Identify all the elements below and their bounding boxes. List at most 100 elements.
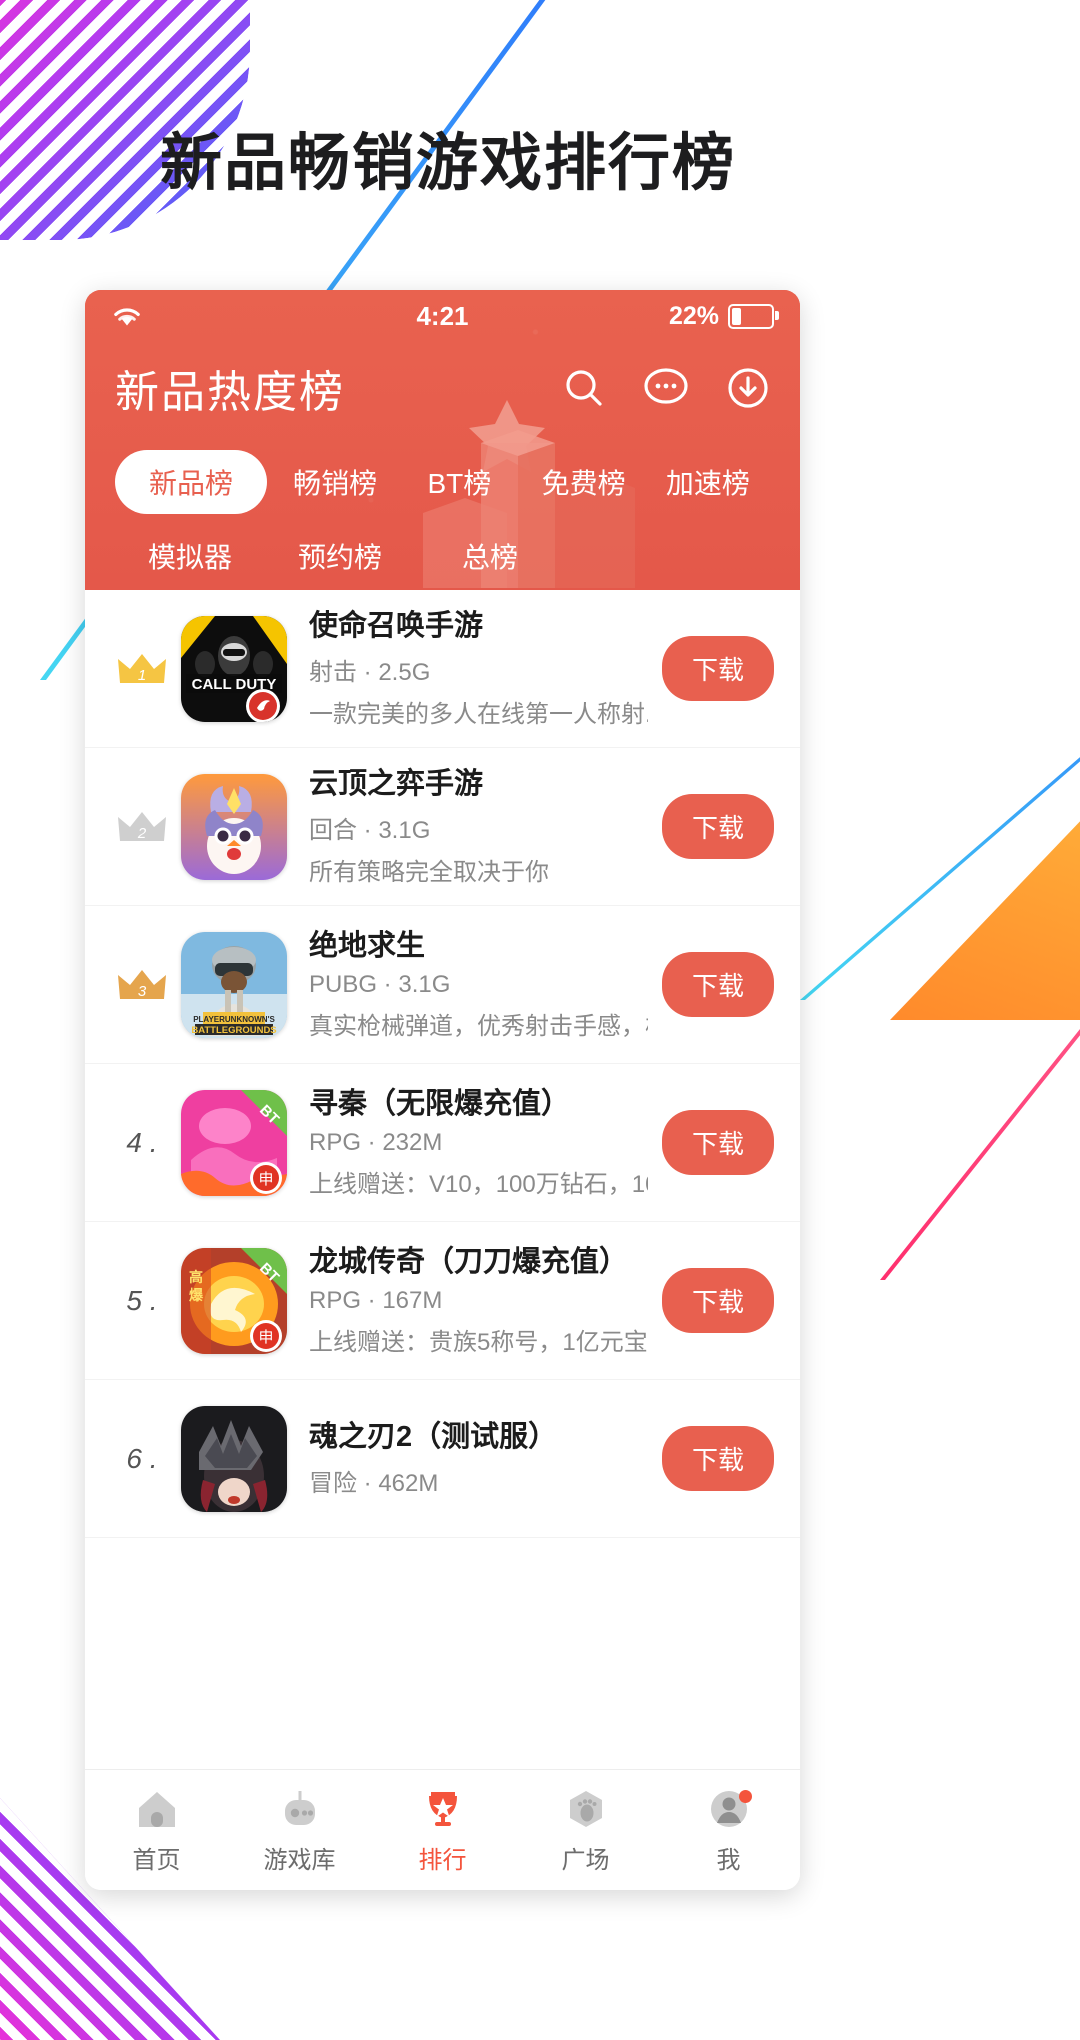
app-header: 4:21 22% 新品热度榜 新品榜 畅销榜 BT榜 免费榜 加速榜 模拟器 预… [85, 290, 800, 590]
game-icon-teamfight-tactics[interactable] [181, 773, 287, 880]
phone-screenshot-card: 4:21 22% 新品热度榜 新品榜 畅销榜 BT榜 免费榜 加速榜 模拟器 预… [85, 290, 800, 1890]
ranking-tabs-row-1: 新品榜 畅销榜 BT榜 免费榜 加速榜 [85, 420, 800, 514]
game-description: 一款完美的多人在线第一人称射... [309, 700, 648, 728]
header-action-icons [558, 362, 774, 414]
download-button[interactable]: 下载 [661, 794, 774, 859]
game-meta: 寻秦（无限爆充值） RPG · 232M 上线赠送：V10，100万钻石，100… [309, 1086, 662, 1199]
trophy-icon [420, 1786, 466, 1832]
game-description: 上线赠送：V10，100万钻石，1000... [309, 1171, 648, 1199]
table-row[interactable]: 6 . 魂之刃2（测试服） 冒险 · 462M 下载 [85, 1380, 800, 1538]
nav-label: 游戏库 [263, 1846, 336, 1874]
battery-icon [728, 303, 779, 329]
table-row[interactable]: 4 . BT 申 寻秦（无限爆充值） RPG · 232M 上线赠送：V10，1… [85, 1064, 800, 1222]
table-row[interactable]: 1 CALL DUTY 使命召唤手游 射击 · 2.5G 一款完美的多人在线第一… [85, 590, 800, 748]
game-meta: 魂之刃2（测试服） 冒险 · 462M [309, 1419, 662, 1497]
download-button[interactable]: 下载 [661, 1268, 774, 1333]
game-description: 真实枪械弹道，优秀射击手感，极... [309, 1013, 648, 1041]
decor-wedge-orange [890, 790, 1080, 1020]
game-icon-longcheng[interactable]: 高 爆 BT 申 [181, 1247, 287, 1354]
rank-number: 5 . [126, 1284, 158, 1316]
game-icon-call-of-duty[interactable]: CALL DUTY [181, 615, 287, 722]
game-icon-xunqin[interactable]: BT 申 [181, 1089, 287, 1196]
game-meta: 绝地求生 PUBG · 3.1G 真实枪械弹道，优秀射击手感，极... [309, 928, 662, 1041]
header-title-row: 新品热度榜 [85, 342, 800, 420]
tab-yuyuebang[interactable]: 预约榜 [265, 536, 415, 576]
gamepad-icon [277, 1786, 323, 1832]
page-title: 新品畅销游戏排行榜 [160, 129, 737, 198]
nav-item-plaza[interactable]: 广场 [514, 1786, 657, 1875]
bottom-navigation: 首页 游戏库 排行 广场 我 [85, 1769, 800, 1890]
svg-text:1: 1 [138, 667, 146, 684]
download-button[interactable]: 下载 [661, 1110, 774, 1175]
rank-number: 6 . [126, 1442, 158, 1474]
download-circle-icon[interactable] [722, 362, 774, 414]
crown-silver-icon: 2 [118, 811, 166, 842]
home-icon [134, 1786, 180, 1832]
svg-text:BATTLEGROUNDS: BATTLEGROUNDS [191, 1025, 276, 1036]
table-row[interactable]: 3 PLAYERUNKNOWN'S BATTLEGROUNDS 绝地求生 PUB… [85, 906, 800, 1064]
nav-label: 广场 [561, 1846, 610, 1874]
game-subinfo: 射击 · 2.5G [309, 658, 431, 686]
svg-text:申: 申 [258, 1329, 273, 1346]
table-row[interactable]: 5 . 高 爆 BT 申 龙城传奇（刀刀爆充值） RPG · 167M 上线赠送… [85, 1222, 800, 1380]
game-subinfo: 回合 · 3.1G [309, 816, 431, 844]
nav-item-ranking[interactable]: 排行 [371, 1786, 514, 1875]
nav-item-game-library[interactable]: 游戏库 [228, 1786, 371, 1875]
svg-text:PLAYERUNKNOWN'S: PLAYERUNKNOWN'S [193, 1015, 275, 1024]
tab-changxiaobang[interactable]: 畅销榜 [273, 462, 397, 502]
footprint-icon [563, 1786, 609, 1832]
download-button[interactable]: 下载 [661, 1426, 774, 1491]
rank-indicator: 1 [103, 649, 181, 689]
svg-text:申: 申 [258, 1171, 273, 1188]
notification-dot [739, 1789, 752, 1803]
status-bar: 4:21 22% [85, 290, 800, 342]
game-ranking-list[interactable]: 1 CALL DUTY 使命召唤手游 射击 · 2.5G 一款完美的多人在线第一… [85, 590, 800, 1769]
tab-zongbang[interactable]: 总榜 [415, 536, 565, 576]
nav-item-profile[interactable]: 我 [657, 1786, 800, 1875]
svg-text:高: 高 [189, 1269, 203, 1285]
status-right-cluster: 22% [668, 301, 779, 331]
download-button[interactable]: 下载 [661, 636, 774, 701]
rank-indicator: 3 [103, 965, 181, 1005]
svg-text:2: 2 [137, 825, 147, 842]
tab-jiasubang[interactable]: 加速榜 [646, 462, 770, 502]
rank-indicator: 5 . [103, 1285, 181, 1317]
game-subinfo: RPG · 167M [309, 1287, 443, 1315]
nav-label: 首页 [132, 1846, 181, 1874]
tab-bt[interactable]: BT榜 [397, 462, 521, 502]
game-description: 上线赠送：贵族5称号，1亿元宝，50... [309, 1329, 648, 1357]
rank-number: 4 . [126, 1126, 158, 1158]
game-icon-hunzhiren2[interactable] [181, 1405, 287, 1512]
nav-item-home[interactable]: 首页 [85, 1786, 228, 1875]
game-name: 魂之刃2（测试服） [309, 1421, 558, 1454]
chat-bubble-icon[interactable] [640, 362, 692, 414]
ranking-tabs-row-2: 模拟器 预约榜 总榜 [85, 514, 800, 576]
rank-indicator: 6 . [103, 1443, 181, 1475]
game-name: 寻秦（无限爆充值） [309, 1087, 571, 1120]
game-name: 云顶之弈手游 [309, 768, 484, 801]
tab-mianfeibang[interactable]: 免费榜 [522, 462, 646, 502]
tab-xinpinbang[interactable]: 新品榜 [115, 450, 268, 514]
rank-indicator: 4 . [103, 1127, 181, 1159]
tab-monigqi[interactable]: 模拟器 [115, 536, 265, 576]
nav-label: 我 [716, 1846, 741, 1874]
svg-text:爆: 爆 [189, 1287, 204, 1303]
battery-percent-label: 22% [668, 301, 719, 330]
decor-diagonal-line-right-pink [880, 960, 1080, 1280]
decor-diagonal-line-right-blue [800, 640, 1080, 1000]
game-name: 使命召唤手游 [309, 610, 484, 643]
search-icon[interactable] [558, 362, 610, 414]
nav-label: 排行 [418, 1846, 467, 1874]
game-meta: 使命召唤手游 射击 · 2.5G 一款完美的多人在线第一人称射... [309, 608, 662, 728]
game-subinfo: PUBG · 3.1G [309, 971, 451, 999]
rank-indicator: 2 [103, 807, 181, 847]
game-subinfo: 冒险 · 462M [309, 1469, 439, 1497]
crown-bronze-icon: 3 [118, 969, 166, 1000]
table-row[interactable]: 2 云顶之弈手游 回合 · 3.1G 所有策略完全取决于你 下载 [85, 748, 800, 906]
svg-text:3: 3 [138, 983, 147, 1000]
game-name: 龙城传奇（刀刀爆充值） [309, 1245, 629, 1278]
game-description: 所有策略完全取决于你 [309, 858, 549, 886]
app-title: 新品热度榜 [115, 368, 345, 417]
game-icon-pubg[interactable]: PLAYERUNKNOWN'S BATTLEGROUNDS [181, 931, 287, 1038]
download-button[interactable]: 下载 [661, 952, 774, 1017]
